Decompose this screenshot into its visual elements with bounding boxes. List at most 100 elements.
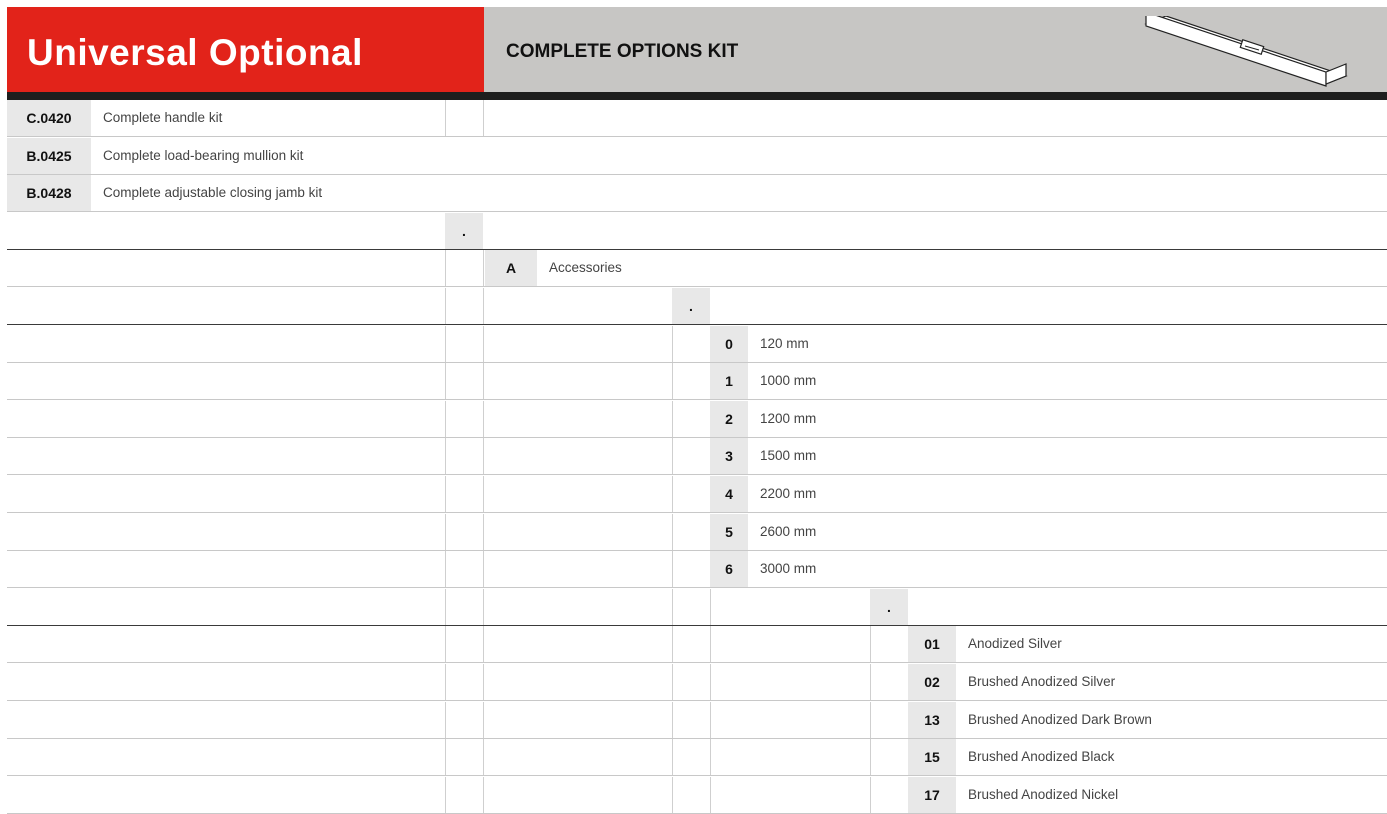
column-divider [445, 513, 446, 550]
subtitle-band: COMPLETE OPTIONS KIT [484, 7, 1387, 98]
finish-code: 17 [908, 776, 956, 813]
length-code: 1 [710, 363, 748, 400]
column-divider [672, 476, 673, 512]
kit-label: Complete adjustable closing jamb kit [103, 185, 323, 201]
column-divider [483, 100, 484, 136]
column-divider [710, 701, 711, 738]
kit-label: Complete load-bearing mullion kit [103, 147, 304, 163]
length-label: 1200 mm [760, 410, 817, 426]
table-row: 13 Brushed Anodized Dark Brown [7, 701, 1387, 739]
length-code: 0 [710, 325, 748, 362]
column-divider [483, 664, 484, 700]
length-label: 1000 mm [760, 373, 817, 389]
table-row: . [7, 288, 1387, 325]
column-divider [483, 739, 484, 776]
kit-code: C.0420 [7, 100, 91, 136]
column-divider [483, 363, 484, 400]
table-row: B.0425 Complete load-bearing mullion kit [7, 137, 1387, 175]
length-code: 2 [710, 400, 748, 437]
length-code: 5 [710, 513, 748, 550]
column-divider [483, 588, 484, 625]
column-divider [445, 250, 446, 287]
column-divider [483, 701, 484, 738]
length-code: 3 [710, 438, 748, 475]
kit-code: B.0425 [7, 137, 91, 174]
length-label: 2600 mm [760, 523, 817, 539]
accessory-label: Accessories [549, 260, 622, 276]
column-divider [672, 664, 673, 700]
column-divider [445, 400, 446, 437]
column-divider [672, 626, 673, 663]
column-divider [672, 588, 673, 625]
header-rule [7, 92, 1387, 100]
table-row: 4 2200 mm [7, 476, 1387, 513]
kit-label: Complete handle kit [103, 110, 223, 125]
column-divider [870, 701, 871, 738]
column-divider [710, 739, 711, 776]
column-divider [445, 701, 446, 738]
separator-dot: . [445, 212, 483, 249]
page-header: Universal Optional COMPLETE OPTIONS KIT [7, 7, 1387, 98]
brand-block: Universal Optional [7, 7, 484, 98]
column-divider [483, 438, 484, 475]
column-divider [445, 776, 446, 813]
column-divider [710, 664, 711, 700]
length-label: 1500 mm [760, 448, 817, 464]
column-divider [483, 513, 484, 550]
column-divider [710, 626, 711, 663]
table-row: 02 Brushed Anodized Silver [7, 664, 1387, 701]
finish-label: Brushed Anodized Nickel [968, 786, 1119, 802]
table-row: 17 Brushed Anodized Nickel [7, 776, 1387, 814]
finish-code: 02 [908, 664, 956, 700]
column-divider [445, 438, 446, 475]
column-divider [710, 776, 711, 813]
table-row: 0 120 mm [7, 325, 1387, 363]
column-divider [672, 739, 673, 776]
column-divider [483, 626, 484, 663]
section-title: COMPLETE OPTIONS KIT [506, 41, 739, 62]
table-row: C.0420 Complete handle kit [7, 100, 1387, 137]
table-row: 15 Brushed Anodized Black [7, 739, 1387, 777]
column-divider [672, 513, 673, 550]
column-divider [445, 588, 446, 625]
table-row: 3 1500 mm [7, 438, 1387, 476]
column-divider [483, 776, 484, 813]
separator-dot: . [672, 288, 710, 324]
column-divider [483, 288, 484, 324]
table-row: 2 1200 mm [7, 400, 1387, 438]
column-divider [710, 588, 711, 625]
table-row: 01 Anodized Silver [7, 626, 1387, 664]
column-divider [483, 476, 484, 512]
length-label: 2200 mm [760, 486, 817, 501]
column-divider [445, 476, 446, 512]
length-label: 3000 mm [760, 561, 817, 577]
column-divider [445, 664, 446, 700]
column-divider [870, 739, 871, 776]
finish-code: 15 [908, 739, 956, 776]
table-row: . [7, 212, 1387, 250]
column-divider [870, 776, 871, 813]
table-row: . [7, 588, 1387, 626]
column-divider [445, 325, 446, 362]
column-divider [870, 664, 871, 700]
length-code: 4 [710, 476, 748, 512]
finish-code: 01 [908, 626, 956, 663]
column-divider [445, 626, 446, 663]
column-divider [483, 325, 484, 362]
length-code: 6 [710, 551, 748, 588]
column-divider [672, 701, 673, 738]
column-divider [483, 551, 484, 588]
column-divider [672, 776, 673, 813]
brand-title: Universal Optional [27, 32, 363, 73]
table-row: 6 3000 mm [7, 551, 1387, 589]
finish-label: Brushed Anodized Silver [968, 674, 1116, 689]
separator-dot: . [870, 588, 908, 625]
column-divider [672, 400, 673, 437]
column-divider [672, 551, 673, 588]
table-row: 1 1000 mm [7, 363, 1387, 401]
column-divider [483, 400, 484, 437]
kit-code: B.0428 [7, 175, 91, 212]
table-row: 5 2600 mm [7, 513, 1387, 551]
finish-label: Anodized Silver [968, 636, 1062, 652]
table-row: B.0428 Complete adjustable closing jamb k… [7, 175, 1387, 213]
